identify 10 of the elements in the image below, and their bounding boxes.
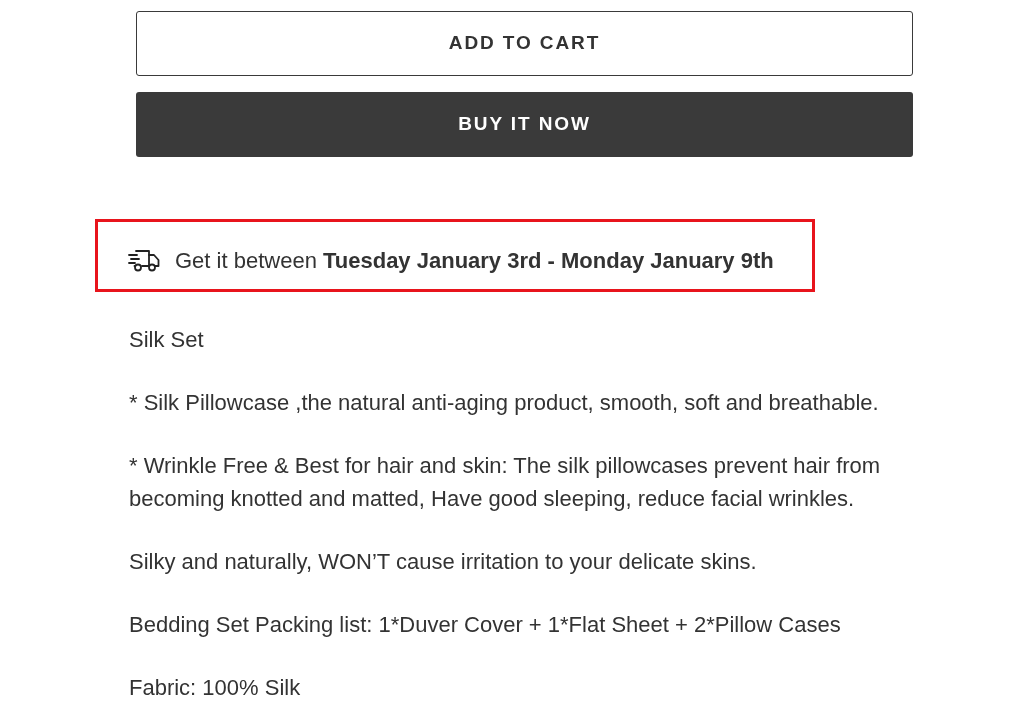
- description-paragraph: * Wrinkle Free & Best for hair and skin: The silk pillowcases prevent hair from becoming knotted and matted, Have good sleeping, reduce facial wrinkles.: [129, 452, 882, 513]
- description-paragraph: Fabric: 100% Silk: [129, 674, 302, 702]
- description-paragraph: Silk Set: [129, 326, 205, 354]
- description-paragraph: Silky and naturally, WON’T cause irritation to your delicate skins.: [129, 548, 758, 576]
- delivery-estimate-text: Get it between Tuesday January 3rd - Monday January 9th: [175, 246, 774, 275]
- description-paragraph: Bedding Set Packing list: 1*Duver Cover + 1*Flat Sheet + 2*Pillow Cases: [129, 611, 842, 639]
- add-to-cart-button[interactable]: ADD TO CART: [136, 11, 913, 76]
- description-paragraph: * Silk Pillowcase ,the natural anti-aging product, smooth, soft and breathable.: [129, 389, 880, 417]
- buy-now-button[interactable]: BUY IT NOW: [136, 92, 913, 157]
- delivery-truck-icon: [128, 249, 160, 272]
